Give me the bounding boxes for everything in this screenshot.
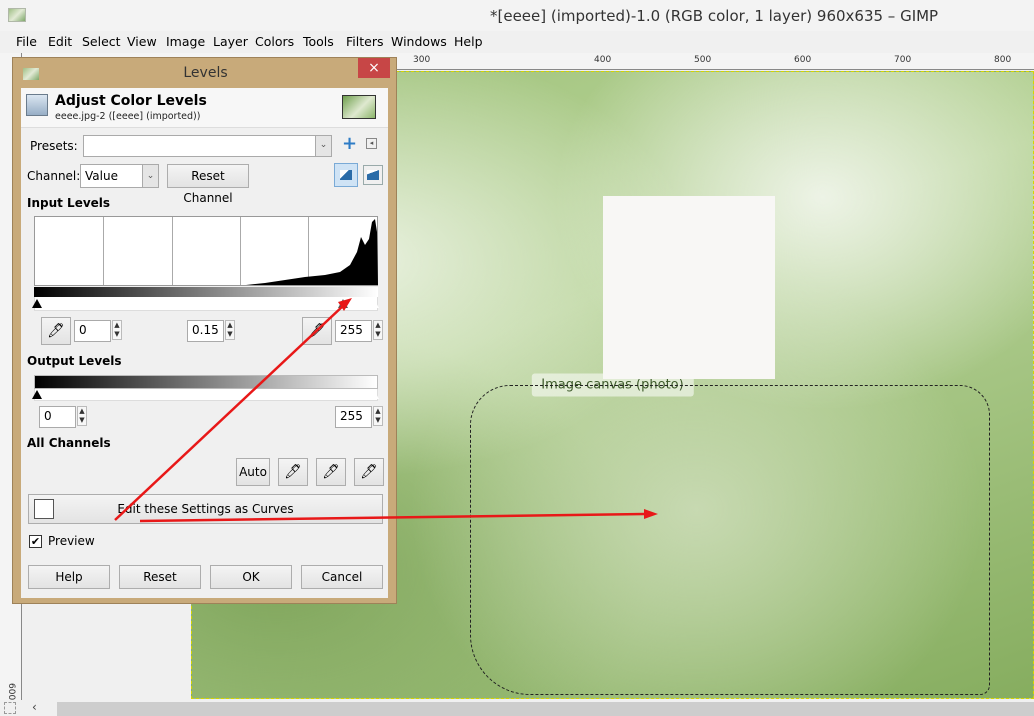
header-title: Adjust Color Levels bbox=[55, 93, 207, 109]
preview-label: Preview bbox=[48, 534, 95, 548]
input-gamma-field[interactable]: 0.15 bbox=[187, 320, 224, 342]
histogram bbox=[34, 216, 378, 286]
title-bar: *[eeee] (imported)-1.0 (RGB color, 1 lay… bbox=[0, 0, 1034, 31]
edit-as-curves-label: Edit these Settings as Curves bbox=[117, 502, 294, 516]
ruler-label: 300 bbox=[413, 55, 431, 65]
ruler-label: 700 bbox=[894, 55, 912, 65]
output-levels-slider[interactable] bbox=[32, 389, 379, 401]
scroll-left-icon[interactable]: ‹ bbox=[32, 700, 37, 714]
ruler-label: 500 bbox=[694, 55, 712, 65]
menu-layer[interactable]: Layer bbox=[213, 34, 248, 49]
edit-as-curves-button[interactable]: Edit these Settings as Curves bbox=[28, 494, 383, 524]
output-high-spinner[interactable]: ▲ ▼ bbox=[373, 406, 383, 426]
curves-icon bbox=[34, 499, 54, 519]
ruler-label: 600 bbox=[794, 55, 812, 65]
window-title: *[eeee] (imported)-1.0 (RGB color, 1 lay… bbox=[490, 7, 939, 25]
chevron-down-icon[interactable]: ⌄ bbox=[315, 136, 331, 156]
blank-region bbox=[603, 196, 775, 379]
help-button[interactable]: Help bbox=[28, 565, 110, 589]
dialog-title: Levels bbox=[183, 65, 228, 81]
ok-button[interactable]: OK bbox=[210, 565, 292, 589]
horizontal-scrollbar[interactable]: ‹ bbox=[0, 700, 1034, 716]
output-high-field[interactable]: 255 bbox=[335, 406, 372, 428]
black-point-handle[interactable] bbox=[32, 299, 42, 308]
input-levels-slider[interactable] bbox=[32, 297, 379, 311]
menu-bar: File Edit Select View Image Layer Colors… bbox=[0, 31, 1034, 53]
auto-button[interactable]: Auto bbox=[236, 458, 270, 486]
input-gradient-bar bbox=[34, 287, 378, 297]
selection-marquee bbox=[470, 385, 990, 695]
output-low-field[interactable]: 0 bbox=[39, 406, 76, 428]
dialog-body: Adjust Color Levels eeee.jpg-2 ([eeee] (… bbox=[21, 88, 388, 598]
logarithmic-histogram-icon[interactable] bbox=[363, 165, 383, 185]
white-point-handle[interactable] bbox=[369, 299, 379, 308]
cancel-button[interactable]: Cancel bbox=[301, 565, 383, 589]
add-preset-icon[interactable]: + bbox=[342, 133, 357, 154]
reset-button[interactable]: Reset bbox=[119, 565, 201, 589]
menu-tools[interactable]: Tools bbox=[303, 34, 334, 49]
menu-select[interactable]: Select bbox=[82, 34, 121, 49]
gamma-handle[interactable] bbox=[338, 299, 348, 308]
output-high-handle[interactable] bbox=[369, 390, 379, 399]
input-levels-heading: Input Levels bbox=[27, 196, 111, 210]
all-channels-heading: All Channels bbox=[27, 436, 111, 450]
preview-checkbox[interactable]: ✔ bbox=[29, 535, 42, 548]
menu-edit[interactable]: Edit bbox=[48, 34, 72, 49]
ruler-label: 400 bbox=[594, 55, 612, 65]
menu-filters[interactable]: Filters bbox=[346, 34, 383, 49]
preset-menu-icon[interactable]: ◂ bbox=[366, 138, 377, 149]
channel-combo[interactable]: Value ⌄ bbox=[80, 164, 159, 188]
close-button[interactable]: × bbox=[358, 58, 390, 78]
chevron-down-icon[interactable]: ⌄ bbox=[142, 165, 158, 187]
dialog-header: Adjust Color Levels eeee.jpg-2 ([eeee] (… bbox=[21, 88, 388, 128]
image-thumbnail bbox=[342, 95, 376, 119]
input-low-spinner[interactable]: ▲ ▼ bbox=[112, 320, 122, 340]
menu-help[interactable]: Help bbox=[454, 34, 483, 49]
pick-black-eyedropper-icon[interactable]: 🖊 bbox=[278, 458, 308, 486]
output-levels-heading: Output Levels bbox=[27, 354, 122, 368]
quick-mask-toggle-icon[interactable] bbox=[4, 702, 16, 714]
levels-dialog: Levels × Adjust Color Levels eeee.jpg-2 … bbox=[12, 57, 397, 604]
output-low-spinner[interactable]: ▲ ▼ bbox=[77, 406, 87, 426]
output-gradient-bar bbox=[34, 375, 378, 389]
gimp-image-icon bbox=[8, 8, 26, 22]
presets-combo[interactable]: ⌄ bbox=[83, 135, 332, 157]
header-subtitle: eeee.jpg-2 ([eeee] (imported)) bbox=[55, 111, 201, 122]
input-low-field[interactable]: 0 bbox=[74, 320, 111, 342]
ruler-label: 800 bbox=[994, 55, 1012, 65]
levels-icon bbox=[26, 94, 48, 116]
input-gamma-spinner[interactable]: ▲ ▼ bbox=[225, 320, 235, 340]
menu-image[interactable]: Image bbox=[166, 34, 205, 49]
menu-windows[interactable]: Windows bbox=[391, 34, 447, 49]
output-low-handle[interactable] bbox=[32, 390, 42, 399]
histogram-plot bbox=[246, 219, 378, 285]
channel-value: Value bbox=[85, 169, 118, 183]
channel-label: Channel: bbox=[27, 169, 81, 183]
scrollbar-track[interactable] bbox=[57, 702, 1034, 716]
pick-white-point-button[interactable]: 🖊 bbox=[302, 317, 332, 345]
ruler-label: 600 bbox=[6, 683, 16, 701]
menu-colors[interactable]: Colors bbox=[255, 34, 294, 49]
menu-view[interactable]: View bbox=[127, 34, 157, 49]
input-high-spinner[interactable]: ▲ ▼ bbox=[373, 320, 383, 340]
reset-channel-button[interactable]: Reset Channel bbox=[167, 164, 249, 205]
pick-gray-eyedropper-icon[interactable]: 🖊 bbox=[316, 458, 346, 486]
linear-histogram-icon[interactable] bbox=[334, 163, 358, 187]
pick-black-point-button[interactable]: 🖊 bbox=[41, 317, 71, 345]
input-high-field[interactable]: 255 bbox=[335, 320, 372, 342]
presets-label: Presets: bbox=[30, 139, 78, 153]
menu-file[interactable]: File bbox=[16, 34, 37, 49]
pick-white-eyedropper-icon[interactable]: 🖊 bbox=[354, 458, 384, 486]
